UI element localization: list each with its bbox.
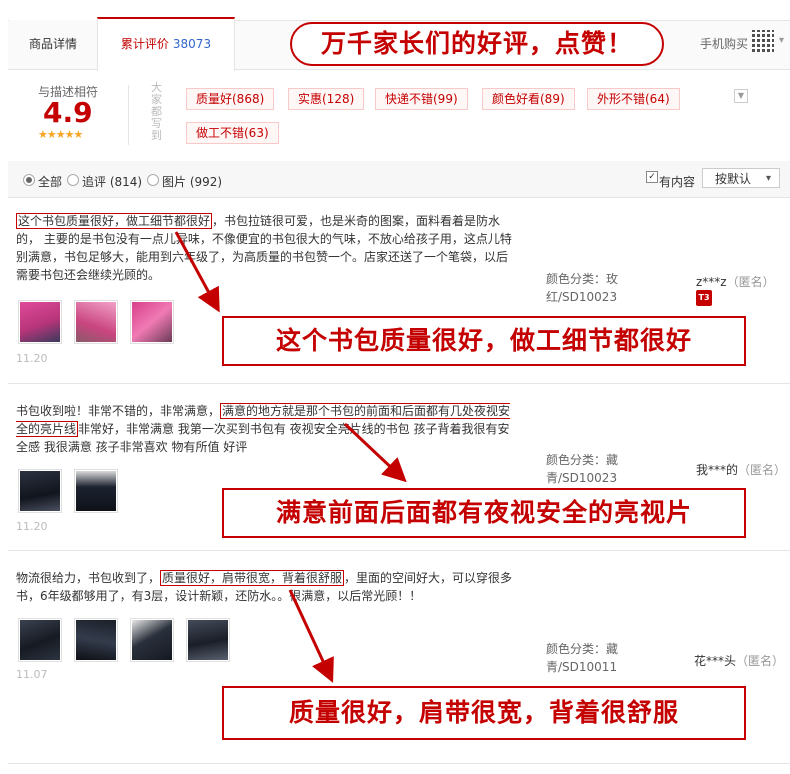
arrow-line (288, 589, 334, 683)
callout-arrows (174, 231, 407, 683)
arrow-line (343, 422, 407, 483)
arrow-line (174, 231, 220, 313)
